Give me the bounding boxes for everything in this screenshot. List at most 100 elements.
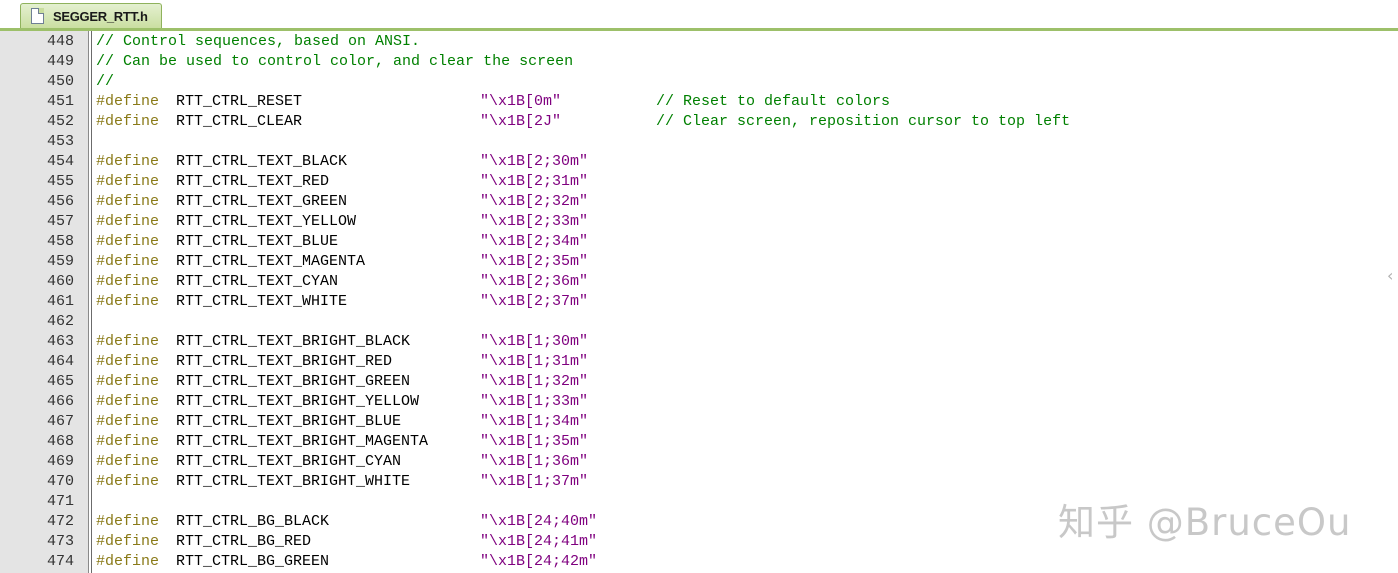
string-literal: "\x1B[2;34m" (480, 233, 589, 250)
define-keyword: #define (96, 433, 160, 450)
line-number: 457 (46, 213, 74, 230)
line-number: 469 (46, 453, 74, 470)
line-number: 459 (46, 253, 74, 270)
line-number: 471 (46, 493, 74, 510)
code-line[interactable]: 474 #define RTT_CTRL_BG_GREEN "\x1B[24;42m" (0, 552, 1398, 572)
line-number: 468 (46, 433, 74, 450)
macro-name: RTT_CTRL_TEXT_BRIGHT_CYAN (176, 453, 402, 470)
macro-name: RTT_CTRL_TEXT_WHITE (176, 293, 348, 310)
macro-name: RTT_CTRL_TEXT_BRIGHT_YELLOW (176, 393, 420, 410)
macro-name: RTT_CTRL_TEXT_BRIGHT_GREEN (176, 373, 411, 390)
code-line[interactable]: 452 #define RTT_CTRL_CLEAR "\x1B[2J" // Clea… (0, 112, 1398, 132)
string-literal: "\x1B[1;30m" (480, 333, 589, 350)
line-number: 473 (46, 533, 74, 550)
define-keyword: #define (96, 513, 160, 530)
line-code: #define RTT_CTRL_BG_GREEN "\x1B[24;42m" (96, 552, 597, 572)
line-number: 449 (46, 53, 74, 70)
line-code: #define RTT_CTRL_TEXT_BRIGHT_GREEN "\x1B[1… (96, 372, 588, 392)
code-line[interactable]: 456 #define RTT_CTRL_TEXT_GREEN "\x1B[2;32m… (0, 192, 1398, 212)
define-keyword: #define (96, 233, 160, 250)
code-line[interactable]: 460 #define RTT_CTRL_TEXT_CYAN "\x1B[2;36m" (0, 272, 1398, 292)
define-keyword: #define (96, 373, 160, 390)
code-line[interactable]: 457 #define RTT_CTRL_TEXT_YELLOW "\x1B[2;33… (0, 212, 1398, 232)
code-line[interactable]: 459 #define RTT_CTRL_TEXT_MAGENTA "\x1B[2;3… (0, 252, 1398, 272)
line-number: 467 (46, 413, 74, 430)
define-keyword: #define (96, 193, 160, 210)
file-tab[interactable]: SEGGER_RTT.h (20, 3, 162, 29)
define-keyword: #define (96, 113, 160, 130)
line-number: 464 (46, 353, 74, 370)
define-keyword: #define (96, 393, 160, 410)
macro-name: RTT_CTRL_TEXT_BRIGHT_MAGENTA (176, 433, 429, 450)
code-line[interactable]: 463 #define RTT_CTRL_TEXT_BRIGHT_BLACK "\x1… (0, 332, 1398, 352)
macro-name: RTT_CTRL_TEXT_YELLOW (176, 213, 357, 230)
code-line[interactable]: 454 #define RTT_CTRL_TEXT_BLACK "\x1B[2;30m… (0, 152, 1398, 172)
line-code: #define RTT_CTRL_TEXT_RED "\x1B[2;31m" (96, 172, 588, 192)
string-literal: "\x1B[2;33m" (480, 213, 589, 230)
string-literal: "\x1B[2;35m" (480, 253, 589, 270)
code-line[interactable]: 455 #define RTT_CTRL_TEXT_RED "\x1B[2;31m" (0, 172, 1398, 192)
watermark: 知乎 @BruceOu (1058, 501, 1352, 544)
macro-name: RTT_CTRL_BG_GREEN (176, 553, 330, 570)
line-code: #define RTT_CTRL_TEXT_BLUE "\x1B[2;34m" (96, 232, 588, 252)
document-icon (31, 8, 44, 24)
code-line[interactable]: 465 #define RTT_CTRL_TEXT_BRIGHT_GREEN "\x1… (0, 372, 1398, 392)
code-line[interactable]: 450 // (0, 72, 1398, 92)
code-line[interactable]: 470 #define RTT_CTRL_TEXT_BRIGHT_WHITE "\x1… (0, 472, 1398, 492)
code-line[interactable]: 448 // Control sequences, based on ANSI. (0, 32, 1398, 52)
code-line[interactable]: 461 #define RTT_CTRL_TEXT_WHITE "\x1B[2;37m… (0, 292, 1398, 312)
code-line[interactable]: 467 #define RTT_CTRL_TEXT_BRIGHT_BLUE "\x1B… (0, 412, 1398, 432)
line-code: #define RTT_CTRL_TEXT_BRIGHT_BLUE "\x1B[1;… (96, 412, 588, 432)
define-keyword: #define (96, 413, 160, 430)
line-number: 458 (46, 233, 74, 250)
line-number: 470 (46, 473, 74, 490)
macro-name: RTT_CTRL_CLEAR (176, 113, 303, 130)
file-tab-label: SEGGER_RTT.h (53, 9, 148, 24)
code-line[interactable]: 468 #define RTT_CTRL_TEXT_BRIGHT_MAGENTA "\… (0, 432, 1398, 452)
line-number: 463 (46, 333, 74, 350)
define-keyword: #define (96, 353, 160, 370)
scroll-indicator-icon[interactable]: ‹ (1387, 266, 1398, 286)
define-keyword: #define (96, 453, 160, 470)
macro-name: RTT_CTRL_TEXT_MAGENTA (176, 253, 366, 270)
code-line[interactable]: 451 #define RTT_CTRL_RESET "\x1B[0m" // Rese… (0, 92, 1398, 112)
string-literal: "\x1B[1;33m" (480, 393, 589, 410)
define-keyword: #define (96, 553, 160, 570)
string-literal: "\x1B[24;40m" (480, 513, 598, 530)
line-number: 453 (46, 133, 74, 150)
macro-name: RTT_CTRL_TEXT_BLUE (176, 233, 339, 250)
line-number: 465 (46, 373, 74, 390)
define-keyword: #define (96, 173, 160, 190)
code-line[interactable]: 458 #define RTT_CTRL_TEXT_BLUE "\x1B[2;34m" (0, 232, 1398, 252)
line-number: 472 (46, 513, 74, 530)
line-number: 474 (46, 553, 74, 570)
line-number: 455 (46, 173, 74, 190)
string-literal: "\x1B[1;31m" (480, 353, 589, 370)
code-line[interactable]: 462 (0, 312, 1398, 332)
line-code: #define RTT_CTRL_TEXT_BRIGHT_MAGENTA "\x1B… (96, 432, 588, 452)
code-line[interactable]: 464 #define RTT_CTRL_TEXT_BRIGHT_RED "\x1B[… (0, 352, 1398, 372)
macro-name: RTT_CTRL_RESET (176, 93, 303, 110)
code-line[interactable]: 449 // Can be used to control color, and … (0, 52, 1398, 72)
line-code: // (96, 72, 114, 92)
define-keyword: #define (96, 153, 160, 170)
string-literal: "\x1B[1;35m" (480, 433, 589, 450)
line-code: #define RTT_CTRL_TEXT_GREEN "\x1B[2;32m" (96, 192, 588, 212)
code-line[interactable]: 453 (0, 132, 1398, 152)
line-code: #define RTT_CTRL_TEXT_BRIGHT_RED "\x1B[1;3… (96, 352, 588, 372)
string-literal: "\x1B[1;36m" (480, 453, 589, 470)
code-line[interactable]: 469 #define RTT_CTRL_TEXT_BRIGHT_CYAN "\x1B… (0, 452, 1398, 472)
line-code: #define RTT_CTRL_CLEAR "\x1B[2J" // Clear s… (96, 112, 1070, 132)
comment: // (96, 73, 115, 90)
line-number: 448 (46, 33, 74, 50)
code-line[interactable]: 466 #define RTT_CTRL_TEXT_BRIGHT_YELLOW "\x… (0, 392, 1398, 412)
macro-name: RTT_CTRL_TEXT_BRIGHT_BLACK (176, 333, 411, 350)
macro-name: RTT_CTRL_TEXT_BRIGHT_WHITE (176, 473, 411, 490)
string-literal: "\x1B[24;41m" (480, 533, 598, 550)
line-code: // Can be used to control color, and cle… (96, 52, 573, 72)
macro-name: RTT_CTRL_TEXT_BRIGHT_BLUE (176, 413, 402, 430)
string-literal: "\x1B[1;37m" (480, 473, 589, 490)
line-number: 460 (46, 273, 74, 290)
string-literal: "\x1B[1;34m" (480, 413, 589, 430)
macro-name: RTT_CTRL_TEXT_BRIGHT_RED (176, 353, 393, 370)
